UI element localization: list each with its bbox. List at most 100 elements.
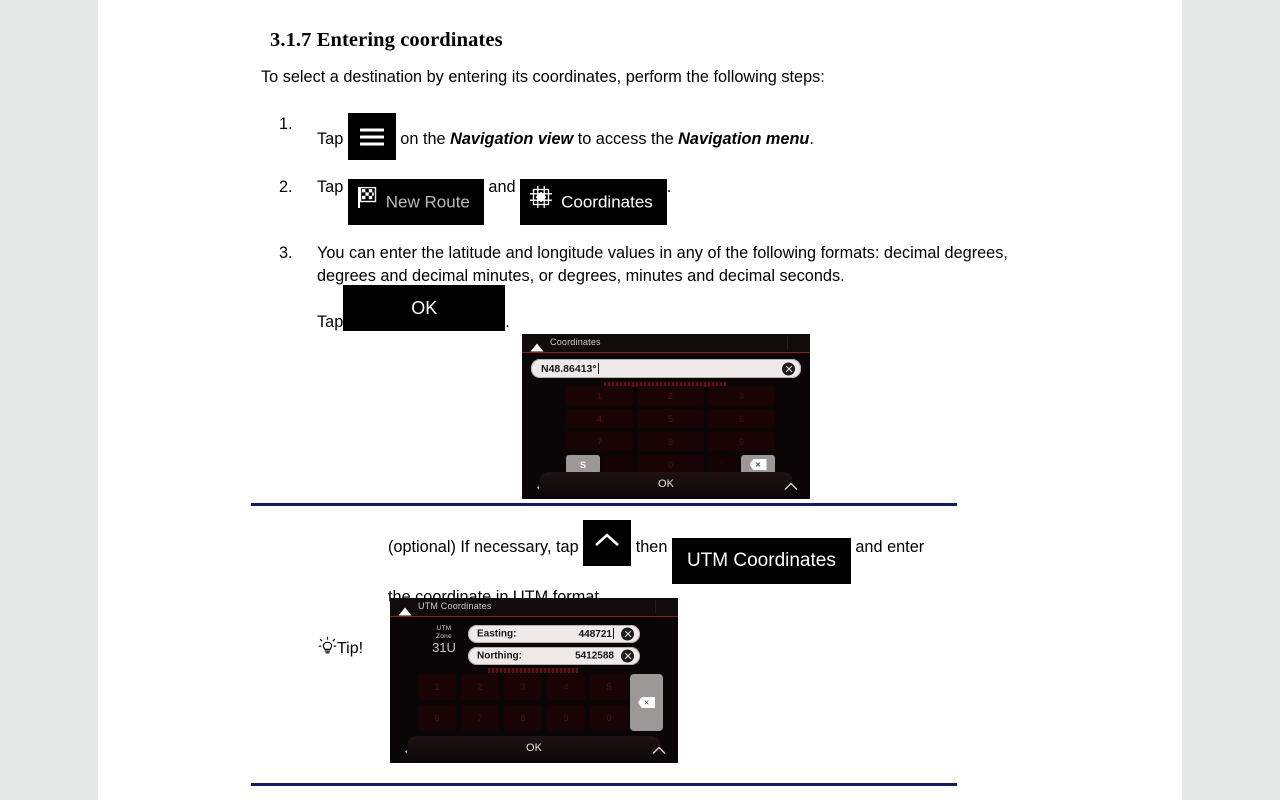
easting-input[interactable]: Easting: 448721 (468, 625, 640, 643)
optional-note-text-mid: then (635, 538, 668, 556)
easting-value: 448721 (578, 628, 614, 640)
step-2-body: Tap New Route and Coordinates. (261, 178, 672, 226)
coordinates-label: Coordinates (561, 192, 653, 212)
utm-zone-value: 31U (432, 640, 456, 655)
section-divider-top (251, 503, 957, 506)
step-1: 1. Tap on the Navigation view to access … (261, 113, 1021, 167)
steps-list: 1. Tap on the Navigation view to access … (261, 113, 1021, 339)
clear-circle-icon[interactable] (782, 362, 795, 375)
key-5[interactable]: 5 (637, 409, 704, 428)
intro-paragraph: To select a destination by entering its … (261, 68, 825, 86)
step-1-emphasis-2: Navigation menu (678, 130, 810, 149)
chevron-up-icon[interactable] (652, 742, 666, 760)
step-1-emphasis-1: Navigation view (450, 130, 574, 149)
page-title: 3.1.7 Entering coordinates (270, 29, 503, 51)
tip-label: Tip! (337, 640, 364, 657)
keypad-glow (488, 668, 578, 673)
coordinates-screen-body: N48.86413° 1 2 3 4 5 6 7 8 9 S ' 0 " ✕ O… (522, 353, 810, 496)
header-divider (787, 336, 788, 349)
key-9[interactable]: 9 (708, 432, 775, 451)
key-4[interactable]: 4 (566, 409, 633, 428)
utm-coordinates-label: UTM Coordinates (686, 550, 836, 571)
header-divider (655, 600, 656, 613)
document-page: 3.1.7 Entering coordinates To select a d… (98, 0, 1182, 800)
checkered-flag-icon (357, 180, 377, 226)
optional-note: (optional) If necessary, tap then UTM Co… (388, 520, 1088, 609)
hamburger-menu-chip[interactable] (347, 113, 396, 161)
step-2: 2. Tap New Route and Coordinates. (261, 176, 1021, 230)
key-4[interactable]: 4 (547, 674, 585, 700)
ok-chip-label: OK (411, 298, 438, 319)
hamburger-icon (359, 124, 384, 149)
coordinate-input-value: N48.86413° (541, 362, 599, 375)
key-2[interactable]: 2 (637, 386, 704, 405)
key-1[interactable]: 1 (418, 674, 456, 700)
key-7[interactable]: 7 (566, 432, 633, 451)
key-1[interactable]: 1 (566, 386, 633, 405)
step-2-text-mid: and (488, 178, 516, 197)
clear-circle-icon[interactable] (621, 649, 634, 663)
chevron-up-icon[interactable] (784, 478, 798, 496)
lightbulb-icon (318, 636, 337, 662)
backspace-icon: ✕ (749, 459, 767, 470)
step-1-text-mid: on the (395, 130, 451, 149)
step-3: 3. You can enter the latitude and longit… (261, 242, 1021, 339)
step-3-body: You can enter the latitude and longitude… (261, 242, 1021, 339)
ok-chip-wrap: OK (343, 285, 506, 332)
utm-coordinates-screen: UTM Coordinates UTM Zone 31U Easting: 44… (390, 598, 678, 763)
clear-circle-icon[interactable] (621, 627, 634, 641)
expand-chip[interactable] (583, 520, 632, 566)
new-route-chip[interactable]: New Route (347, 179, 484, 226)
coordinate-input[interactable]: N48.86413° (531, 359, 801, 378)
backspace-icon: ✕ (638, 697, 655, 708)
keypad-row-1: 1 2 3 (566, 386, 775, 405)
document-content: 3.1.7 Entering coordinates To select a d… (261, 0, 1021, 339)
utm-screen-title: UTM Coordinates (418, 601, 492, 611)
key-7[interactable]: 7 (461, 705, 499, 731)
northing-input[interactable]: Northing: 5412588 (468, 647, 640, 665)
coordinates-chip[interactable]: Coordinates (520, 179, 667, 226)
coordinates-screen-footer: ← OK (522, 472, 810, 496)
screen-ok-button[interactable]: OK (407, 736, 661, 760)
utm-coordinates-chip[interactable]: UTM Coordinates (671, 538, 851, 584)
key-6[interactable]: 6 (708, 409, 775, 428)
key-3[interactable]: 3 (504, 674, 542, 700)
key-3[interactable]: 3 (708, 386, 775, 405)
key-8[interactable]: 8 (504, 705, 542, 731)
keypad-row-3: 7 8 9 (566, 432, 775, 451)
utm-zone-indicator: UTM Zone 31U (422, 625, 466, 655)
northing-value: 5412588 (575, 650, 614, 662)
step-3-tap-label: Tap (317, 313, 344, 332)
ok-chip[interactable]: OK (343, 285, 506, 332)
step-2-number: 2. (279, 178, 293, 197)
step-3-text-after: . (505, 313, 510, 332)
step-1-number: 1. (279, 115, 293, 134)
optional-note-text-after: and enter (855, 538, 925, 556)
new-route-label: New Route (385, 192, 470, 212)
utm-zone-label-1: UTM (436, 625, 452, 632)
utm-screen-header: UTM Coordinates (390, 598, 678, 617)
optional-note-text-before: (optional) If necessary, tap (388, 538, 579, 556)
utm-backspace-key[interactable]: ✕ (630, 674, 663, 731)
step-2-text-after: . (666, 178, 672, 197)
utm-keypad-row-2: 6 7 8 9 0 (418, 705, 628, 731)
key-2[interactable]: 2 (461, 674, 499, 700)
step-3-number: 3. (279, 244, 293, 263)
utm-zone-label-2: Zone (435, 632, 452, 640)
screen-ok-button[interactable]: OK (539, 472, 793, 496)
key-0[interactable]: 0 (590, 705, 628, 731)
step-3-text: You can enter the latitude and longitude… (317, 244, 1008, 285)
coordinates-screen-header: Coordinates (522, 334, 810, 353)
key-9[interactable]: 9 (547, 705, 585, 731)
northing-label: Northing: (477, 650, 522, 662)
step-1-text-before: Tap (317, 130, 344, 149)
easting-label: Easting: (477, 628, 517, 640)
key-6[interactable]: 6 (418, 705, 456, 731)
keypad-row-2: 4 5 6 (566, 409, 775, 428)
utm-screen-body: UTM Zone 31U Easting: 448721 Northing: 5… (390, 617, 678, 760)
key-5[interactable]: 5 (590, 674, 628, 700)
key-8[interactable]: 8 (637, 432, 704, 451)
coordinates-screen-title: Coordinates (550, 337, 601, 347)
tip-block: Tip! (318, 636, 363, 662)
step-1-text-after: . (809, 130, 814, 149)
